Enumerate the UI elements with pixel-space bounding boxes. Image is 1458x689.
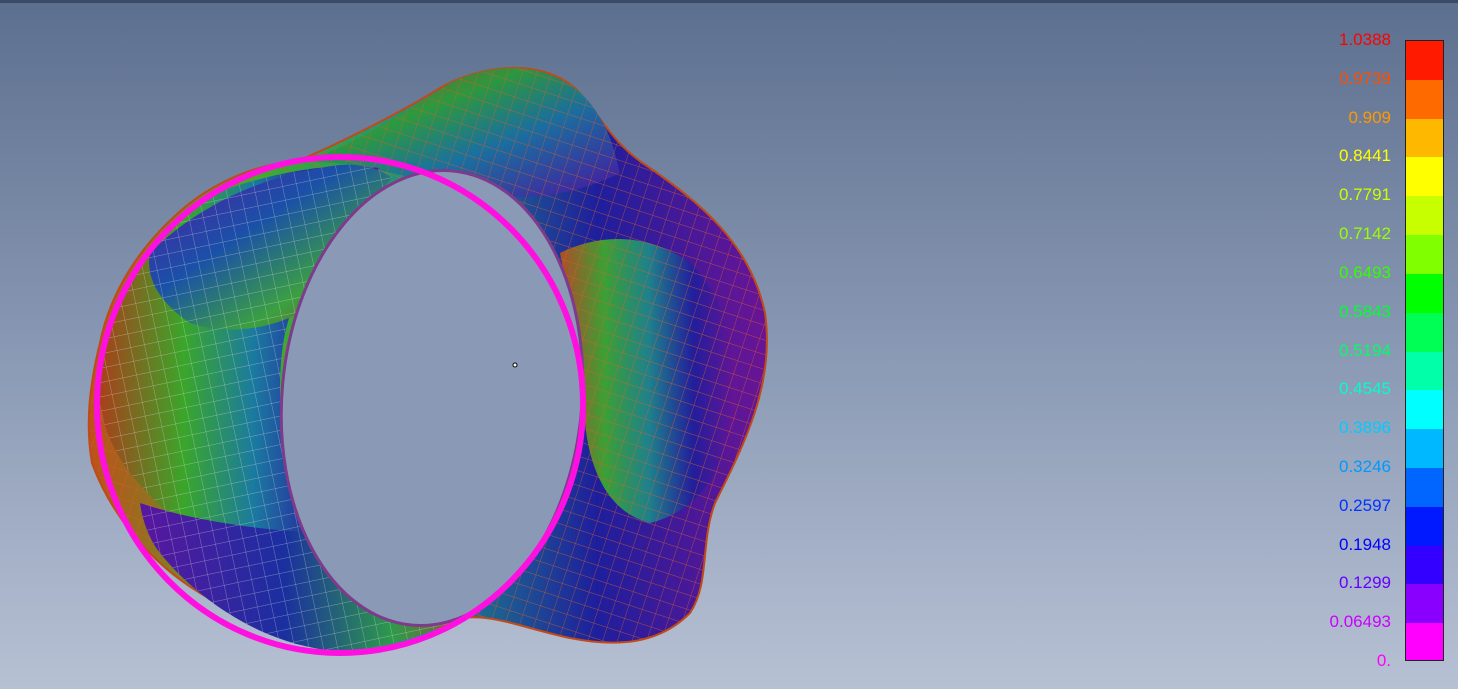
legend-label-9: 0.4545 (1339, 379, 1391, 399)
legend-label-8: 0.5194 (1339, 340, 1391, 360)
legend-label-7: 0.5843 (1339, 301, 1391, 321)
contour-legend: 1.0388 0.9739 0.909 0.8441 0.7791 0.7142 0.649… (1300, 0, 1458, 689)
legend-color-band (1406, 545, 1443, 586)
legend-color-band (1406, 351, 1443, 392)
legend-label-0: 1.0388 (1339, 30, 1391, 49)
legend-label-11: 0.3246 (1339, 456, 1391, 476)
legend-label-13: 0.1948 (1339, 534, 1391, 554)
legend-color-bar (1405, 40, 1444, 661)
legend-label-15: 0.06493 (1329, 612, 1391, 632)
legend-color-band (1406, 157, 1443, 198)
legend-color-band (1406, 79, 1443, 120)
legend-color-band (1406, 118, 1443, 159)
legend-label-3: 0.8441 (1339, 146, 1391, 166)
legend-label-4: 0.7791 (1339, 185, 1391, 205)
legend-label-16: 0. (1376, 651, 1391, 670)
legend-label-2: 0.909 (1348, 107, 1391, 127)
legend-color-band (1406, 390, 1443, 431)
legend-color-band (1406, 196, 1443, 237)
legend-color-band (1406, 506, 1443, 547)
legend-color-band (1406, 467, 1443, 508)
legend-color-band (1406, 584, 1443, 625)
legend-color-band (1406, 41, 1443, 81)
legend-label-12: 0.2597 (1339, 495, 1391, 515)
legend-label-6: 0.6493 (1339, 262, 1391, 282)
legend-label-5: 0.7142 (1339, 224, 1391, 244)
legend-color-band (1406, 273, 1443, 314)
legend-color-band (1406, 312, 1443, 353)
legend-color-band (1406, 623, 1443, 660)
graphics-viewport[interactable] (0, 3, 1300, 689)
pick-point-marker (512, 362, 518, 368)
legend-color-band (1406, 235, 1443, 275)
legend-label-14: 0.1299 (1339, 573, 1391, 593)
legend-label-1: 0.9739 (1339, 68, 1391, 88)
legend-color-band (1406, 429, 1443, 469)
legend-label-10: 0.3896 (1339, 418, 1391, 438)
